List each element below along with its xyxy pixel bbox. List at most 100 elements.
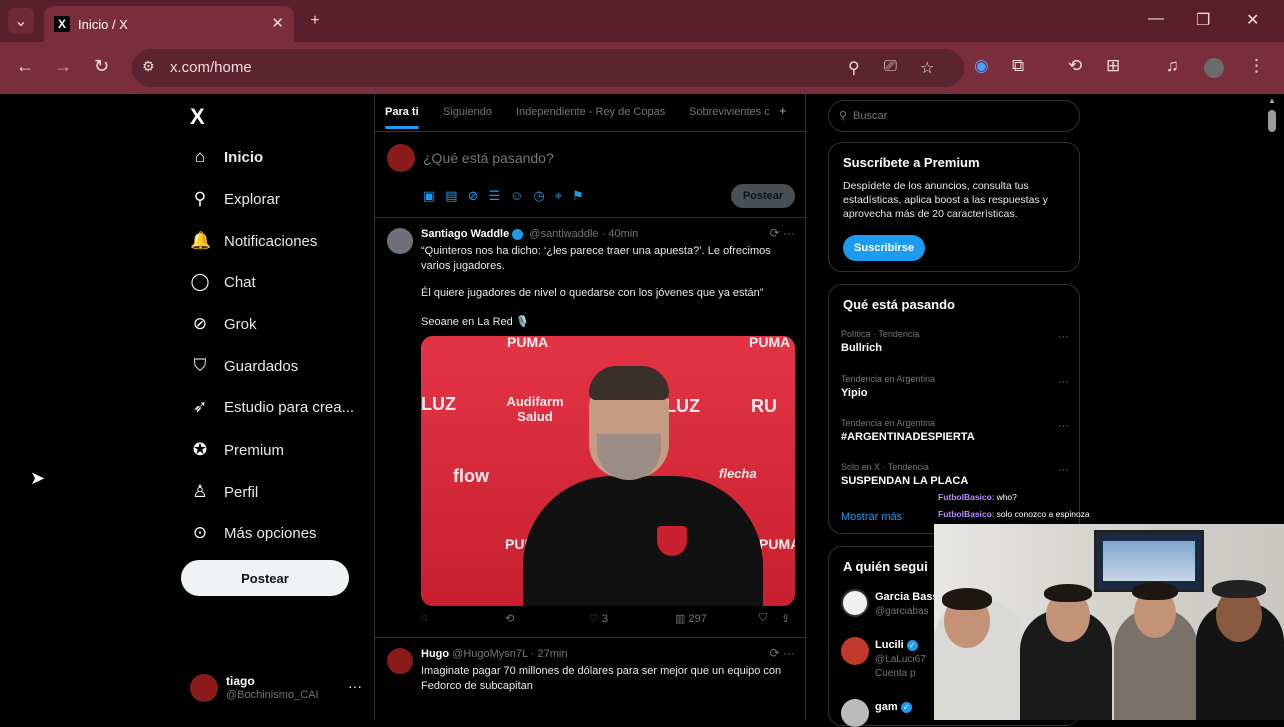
- views-button[interactable]: ▥ 297: [675, 612, 707, 625]
- tweet-author[interactable]: Hugo: [421, 648, 449, 660]
- tweet-avatar[interactable]: [387, 228, 413, 254]
- tweet-avatar[interactable]: [387, 648, 413, 674]
- shazam-extension-icon[interactable]: ◉: [974, 56, 989, 76]
- new-tab-button[interactable]: +: [302, 8, 328, 34]
- tweet-menu[interactable]: ⟳ ···: [770, 226, 795, 240]
- share-icon[interactable]: ⇪: [781, 612, 790, 625]
- minimize-icon[interactable]: —: [1148, 10, 1164, 28]
- zoom-icon[interactable]: ⚲: [848, 58, 860, 78]
- poll-icon[interactable]: ☰: [489, 188, 511, 203]
- address-bar[interactable]: ⚙ x.com/home ⚲ ⎚ ☆: [132, 49, 964, 87]
- trend-more-icon[interactable]: ···: [1058, 331, 1069, 343]
- reload-icon[interactable]: ↻: [94, 56, 109, 77]
- rocket-icon: ➶: [192, 397, 208, 416]
- follow-avatar[interactable]: [841, 637, 869, 665]
- reply-icon[interactable]: ◌: [421, 612, 428, 624]
- tab-search-chevron-icon[interactable]: ⌄: [8, 8, 34, 34]
- add-tab-icon[interactable]: +: [779, 103, 787, 118]
- x-logo-icon[interactable]: X: [190, 104, 205, 130]
- verified-badge-icon: ✓: [512, 228, 524, 240]
- trend-more-icon[interactable]: ···: [1058, 376, 1069, 388]
- emoji-icon[interactable]: ☺: [510, 188, 533, 203]
- retweet-icon[interactable]: ⟲: [505, 612, 514, 625]
- browser-tab-active[interactable]: X Inicio / X ✕: [44, 6, 294, 42]
- search-input[interactable]: Buscar: [853, 110, 887, 122]
- account-more-icon[interactable]: ···: [348, 678, 362, 694]
- flag-icon[interactable]: ⚑: [572, 188, 594, 203]
- grok-compose-icon[interactable]: ⊘: [468, 188, 489, 203]
- sidebar-item-estudio-para-crea[interactable]: ➶ Estudio para crea...: [190, 392, 354, 422]
- follow-avatar[interactable]: [841, 589, 869, 617]
- sidebar-item-inicio[interactable]: ⌂ Inicio: [190, 142, 263, 172]
- scroll-thumb[interactable]: [1268, 110, 1276, 132]
- gif-icon[interactable]: ▤: [445, 188, 467, 203]
- streamer-2-hair: [1044, 584, 1092, 602]
- trend-meta: Política · Tendencia: [841, 329, 920, 339]
- sidebar-item-chat[interactable]: ◯ Chat: [190, 267, 255, 297]
- tweet-author[interactable]: Santiago Waddle: [421, 228, 509, 240]
- schedule-icon[interactable]: ◷: [533, 188, 554, 203]
- tweet-handle[interactable]: @HugoMysn7L: [452, 648, 528, 660]
- trend-more-icon[interactable]: ···: [1058, 420, 1069, 432]
- trend-item[interactable]: Política · Tendencia Bullrich ···: [841, 329, 1069, 354]
- follow-avatar[interactable]: [841, 699, 869, 727]
- image-icon[interactable]: ▣: [423, 188, 445, 203]
- media-control-icon[interactable]: ♫: [1166, 56, 1179, 76]
- tweet-card[interactable]: Hugo @HugoMysn7L · 27min ⟳ ··· Imaginate…: [375, 638, 807, 720]
- extensions-icon[interactable]: ⧉: [1012, 56, 1024, 76]
- sidebar-item-premium[interactable]: ✪ Premium: [190, 435, 284, 465]
- like-button[interactable]: ♡ 3: [589, 612, 608, 625]
- x-favicon-icon: X: [54, 16, 70, 32]
- url-text[interactable]: x.com/home: [170, 59, 252, 76]
- follow-name[interactable]: Garcia Bass: [875, 591, 939, 603]
- account-switcher[interactable]: tiago @Bochinismo_CAI ···: [190, 670, 370, 710]
- follow-name[interactable]: Lucili ✓: [875, 639, 921, 651]
- tweet-text-line: Seoane en La Red 🎙️: [421, 316, 530, 328]
- sidebar-item-grok[interactable]: ⊘ Grok: [190, 309, 257, 339]
- tab-siguiendo[interactable]: Siguiendo: [443, 106, 492, 118]
- sidebar-item-notificaciones[interactable]: 🔔 Notificaciones: [190, 226, 317, 256]
- follow-name[interactable]: gam ✓: [875, 701, 915, 713]
- translate-icon[interactable]: ⊞: [1106, 56, 1120, 76]
- sidebar-item-guardados[interactable]: ⛉ Guardados: [190, 351, 299, 381]
- browser-toolbar: ← → ↻ ⚙ x.com/home ⚲ ⎚ ☆ ◉ ⧉ ⟲ ⊞ ♫ ⋮: [0, 42, 1284, 94]
- tab-sobrevivientes[interactable]: Sobrevivientes c: [689, 106, 769, 118]
- trend-item[interactable]: Tendencia en Argentina Yipio ···: [841, 374, 1069, 399]
- location-icon[interactable]: ⌖: [555, 188, 572, 203]
- trend-item[interactable]: Solo en X · Tendencia SUSPENDAN LA PLACA ·…: [841, 462, 1069, 487]
- browser-menu-icon[interactable]: ⋮: [1248, 56, 1265, 76]
- scroll-up-icon[interactable]: ▲: [1268, 96, 1276, 105]
- search-box[interactable]: ⚲ Buscar: [828, 100, 1080, 132]
- tweet-handle[interactable]: @santiwaddle: [529, 228, 598, 240]
- trend-item[interactable]: Tendencia en Argentina #ARGENTINADESPIERT…: [841, 418, 1069, 443]
- tweet-time[interactable]: · 27min: [531, 648, 568, 660]
- bookmark-star-icon[interactable]: ☆: [920, 58, 934, 78]
- tweet-media-photo[interactable]: PUMA PUMA LUZ Audifarm Salud LUZ RU flow…: [421, 336, 795, 606]
- tweet-card[interactable]: Santiago Waddle ✓ @santiwaddle · 40min ⟳ …: [375, 218, 807, 638]
- window-close-icon[interactable]: ✕: [1246, 10, 1259, 30]
- trend-title: SUSPENDAN LA PLACA: [841, 475, 969, 487]
- history-icon[interactable]: ⟲: [1068, 56, 1082, 76]
- sidebar-item-más-opciones[interactable]: ⊙ Más opciones: [190, 518, 317, 548]
- back-icon[interactable]: ←: [16, 56, 34, 77]
- forward-icon[interactable]: →: [54, 56, 72, 77]
- tab-para-ti[interactable]: Para ti: [385, 106, 419, 129]
- sidebar-item-explorar[interactable]: ⚲ Explorar: [190, 184, 280, 214]
- restore-icon[interactable]: ❐: [1196, 10, 1210, 30]
- compose-input[interactable]: ¿Qué está pasando?: [423, 150, 554, 166]
- sidebar-post-button[interactable]: Postear: [181, 560, 349, 596]
- profile-avatar-icon[interactable]: [1204, 58, 1224, 78]
- main-feed: Para ti Siguiendo Independiente - Rey de…: [374, 94, 807, 720]
- show-more-link[interactable]: Mostrar más: [841, 511, 902, 523]
- tweet-menu[interactable]: ⟳ ···: [770, 646, 795, 660]
- compose-post-button[interactable]: Postear: [731, 184, 795, 208]
- bookmark-tweet-icon[interactable]: ⛉: [759, 612, 767, 625]
- subscribe-button[interactable]: Suscribirse: [843, 235, 925, 261]
- site-info-icon[interactable]: ⚙: [142, 58, 155, 75]
- install-app-icon[interactable]: ⎚: [884, 58, 897, 76]
- tweet-time[interactable]: · 40min: [602, 228, 639, 240]
- tab-independiente[interactable]: Independiente - Rey de Copas: [516, 106, 665, 118]
- trend-more-icon[interactable]: ···: [1058, 464, 1069, 476]
- tab-close-icon[interactable]: ✕: [271, 14, 284, 32]
- sidebar-item-perfil[interactable]: ♙ Perfil: [190, 477, 258, 507]
